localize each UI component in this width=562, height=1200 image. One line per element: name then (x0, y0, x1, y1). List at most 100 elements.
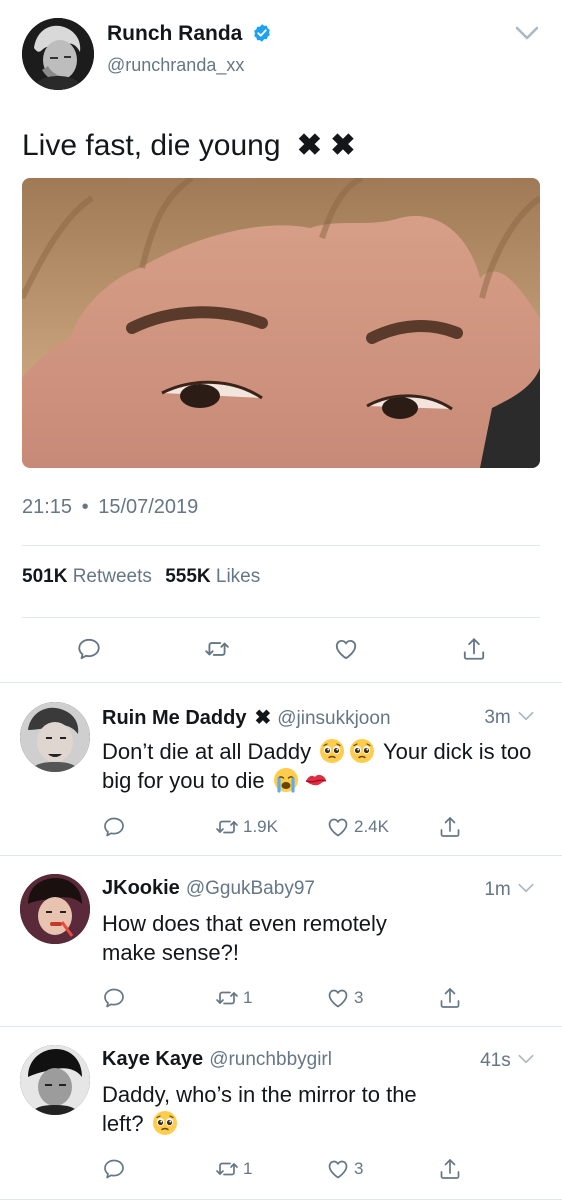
share-button[interactable] (438, 986, 466, 1010)
chevron-down-icon[interactable] (516, 1049, 536, 1069)
reply-tweet[interactable]: Ruin Me Daddy ✖ @jinsukkjoon 3m Don’t die … (0, 684, 562, 856)
retweet-icon (215, 815, 239, 839)
share-button[interactable] (438, 1157, 466, 1181)
tweet-text-body: Live fast, die young (22, 129, 281, 162)
like-count: 3 (354, 1159, 364, 1178)
retweet-button[interactable]: 1.9K (215, 815, 278, 839)
main-tweet: Runch Randa @runchranda_xx Live fast, di… (0, 0, 562, 683)
reply-display-name[interactable]: Ruin Me Daddy (102, 707, 246, 729)
reply-text: Daddy, who’s in the mirror to the left? (102, 1080, 442, 1138)
retweet-icon (215, 986, 239, 1010)
photo-image (22, 178, 540, 468)
retweet-icon (215, 1157, 239, 1181)
like-count: 2.4K (354, 817, 389, 836)
reply-time-text: 3m (484, 707, 511, 728)
share-icon (438, 986, 462, 1010)
crying-face-emoji (273, 767, 299, 793)
reply-actions: 1.9K 2.4K (0, 815, 562, 841)
reply-tweet[interactable]: Kaye Kaye @runchbbygirl 41s Daddy, who’s … (0, 1027, 562, 1200)
retweet-icon[interactable] (204, 636, 230, 662)
retweets-stat[interactable]: 501K Retweets (22, 566, 152, 587)
reply-icon[interactable] (76, 636, 102, 662)
tweet-actions (0, 636, 562, 666)
avatar-photo (20, 874, 90, 944)
likes-count: 555K (165, 566, 211, 587)
reply-icon (102, 1157, 126, 1181)
likes-stat[interactable]: 555K Likes (165, 566, 260, 587)
reply-display-name[interactable]: JKookie (102, 877, 180, 899)
like-button[interactable]: 2.4K (326, 815, 389, 839)
avatar[interactable] (20, 874, 90, 944)
avatar-photo (20, 702, 90, 772)
like-button[interactable]: 3 (326, 986, 363, 1010)
reply-text: Don’t die at all Daddy Your dick is too … (102, 737, 532, 795)
avatar[interactable] (20, 1045, 90, 1115)
reply-icon (102, 986, 126, 1010)
reply-text: How does that even remotely make sense?! (102, 911, 387, 965)
pleading-face-emoji (319, 738, 345, 764)
reply-text-part: Your (382, 739, 428, 764)
retweet-button[interactable]: 1 (215, 1157, 252, 1181)
heart-icon (326, 986, 350, 1010)
avatar[interactable] (20, 702, 90, 772)
reply-button[interactable] (102, 1157, 130, 1181)
reply-icon (102, 815, 126, 839)
tweet-time: 21:15 (22, 496, 73, 518)
reply-time-text: 41s (480, 1050, 511, 1071)
tweet-photo[interactable] (22, 178, 540, 468)
avatar-photo (22, 18, 94, 90)
cross-mark-emoji: ✖ ✖ (296, 129, 356, 162)
divider (22, 545, 540, 546)
reply-text-body: Daddy, who’s in the mirror to the left? (102, 1082, 417, 1136)
reply-author[interactable]: JKookie @GgukBaby97 (102, 877, 315, 900)
avatar-photo (20, 1045, 90, 1115)
display-name[interactable]: Runch Randa (107, 22, 272, 46)
retweet-button[interactable]: 1 (215, 986, 252, 1010)
chevron-down-icon[interactable] (516, 706, 536, 726)
share-icon[interactable] (461, 636, 487, 662)
kiss-mark-emoji (303, 767, 329, 793)
reply-time[interactable]: 1m (484, 878, 536, 901)
handle[interactable]: @runchranda_xx (107, 55, 244, 76)
reply-handle[interactable]: @runchbbygirl (209, 1049, 332, 1070)
reply-button[interactable] (102, 986, 130, 1010)
timestamp-separator: • (81, 496, 89, 518)
retweet-count: 1 (243, 988, 253, 1007)
retweets-label: Retweets (72, 566, 152, 587)
reply-button[interactable] (102, 815, 130, 839)
retweet-count: 1.9K (243, 817, 278, 836)
reply-handle[interactable]: @jinsukkjoon (277, 708, 390, 729)
heart-icon (326, 1157, 350, 1181)
reply-handle[interactable]: @GgukBaby97 (186, 878, 315, 899)
heart-icon[interactable] (333, 636, 359, 662)
chevron-down-icon[interactable] (512, 18, 542, 48)
reply-actions: 1 3 (0, 1157, 562, 1183)
share-icon (438, 815, 462, 839)
engagement-stats: 501K Retweets 555K Likes (22, 566, 260, 588)
reply-time[interactable]: 41s (480, 1049, 536, 1072)
reply-actions: 1 3 (0, 986, 562, 1012)
display-name-text[interactable]: Runch Randa (107, 22, 242, 45)
pleading-face-emoji (152, 1110, 178, 1136)
reply-author[interactable]: Kaye Kaye @runchbbygirl (102, 1048, 332, 1071)
retweet-count: 1 (243, 1159, 253, 1178)
like-button[interactable]: 3 (326, 1157, 363, 1181)
avatar[interactable] (22, 18, 94, 90)
reply-text-part: Don’t die at all Daddy (102, 739, 312, 764)
reply-author[interactable]: Ruin Me Daddy ✖ @jinsukkjoon (102, 705, 391, 730)
reply-display-name[interactable]: Kaye Kaye (102, 1048, 203, 1070)
tweet-date: 15/07/2019 (98, 496, 199, 518)
retweets-count: 501K (22, 566, 68, 587)
timestamp: 21:15 • 15/07/2019 (22, 496, 198, 519)
reply-time[interactable]: 3m (484, 706, 536, 729)
share-icon (438, 1157, 462, 1181)
chevron-down-icon[interactable] (516, 878, 536, 898)
heart-icon (326, 815, 350, 839)
reply-tweet[interactable]: JKookie @GgukBaby97 1m How does that even… (0, 856, 562, 1027)
tweet-text: Live fast, die young ✖ ✖ (22, 128, 355, 163)
verified-badge-icon (254, 24, 271, 42)
pleading-face-emoji (349, 738, 375, 764)
divider (22, 617, 540, 618)
like-count: 3 (354, 988, 364, 1007)
share-button[interactable] (438, 815, 466, 839)
